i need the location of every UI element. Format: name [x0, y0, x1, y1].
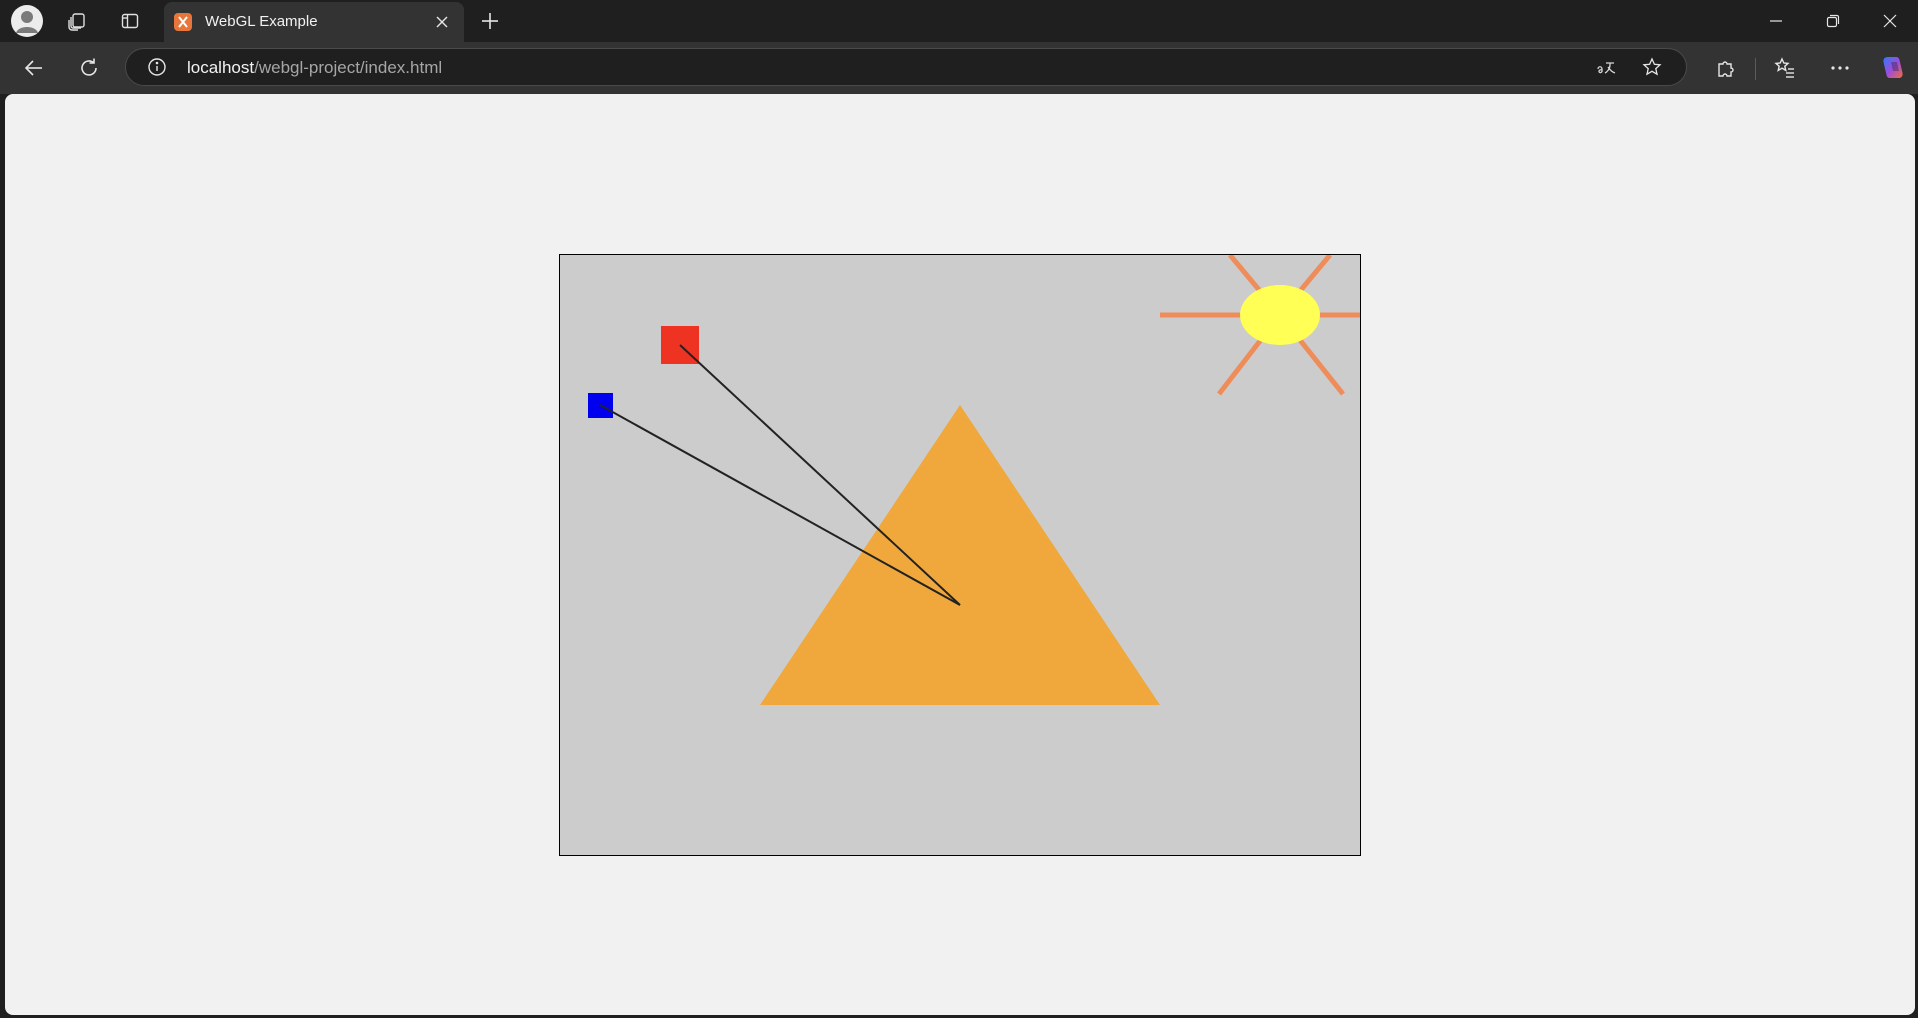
minimize-icon[interactable] — [1748, 0, 1804, 42]
puzzle-icon[interactable] — [1709, 52, 1743, 84]
page-viewport — [5, 94, 1915, 1015]
workspaces-icon[interactable] — [61, 5, 93, 37]
toolbar-divider — [1755, 58, 1756, 80]
browser-window: WebGL Example localhost/webgl-project/in… — [0, 0, 1918, 1018]
tab-title: WebGL Example — [205, 13, 318, 30]
url-text[interactable]: localhost/webgl-project/index.html — [187, 58, 442, 78]
restore-icon[interactable] — [1805, 0, 1861, 42]
url-path: /webgl-project/index.html — [254, 58, 443, 77]
vertical-tabs-icon[interactable] — [114, 5, 146, 37]
webgl-scene — [588, 253, 1360, 705]
close-icon[interactable] — [431, 11, 453, 33]
translate-icon[interactable] — [1592, 53, 1622, 81]
webgl-canvas[interactable] — [559, 253, 1361, 856]
address-bar[interactable]: localhost/webgl-project/index.html — [125, 48, 1687, 86]
copilot-icon[interactable] — [1876, 52, 1910, 84]
tab-strip: WebGL Example — [0, 0, 1918, 42]
plus-icon[interactable] — [474, 5, 506, 37]
navigation-toolbar: localhost/webgl-project/index.html — [0, 42, 1918, 94]
url-host: localhost — [187, 58, 255, 77]
favorites-list-icon[interactable] — [1768, 52, 1802, 84]
close-window-icon[interactable] — [1862, 0, 1918, 42]
tab-active[interactable]: WebGL Example — [164, 2, 464, 42]
more-icon[interactable] — [1823, 52, 1857, 84]
refresh-icon[interactable] — [71, 52, 107, 84]
back-arrow-icon[interactable] — [16, 52, 52, 84]
xampp-favicon — [174, 13, 192, 31]
info-icon[interactable] — [142, 53, 172, 81]
sun — [1240, 285, 1320, 345]
profile-avatar-icon[interactable] — [11, 5, 43, 37]
star-icon[interactable] — [1637, 53, 1667, 81]
orange-triangle — [760, 405, 1160, 705]
